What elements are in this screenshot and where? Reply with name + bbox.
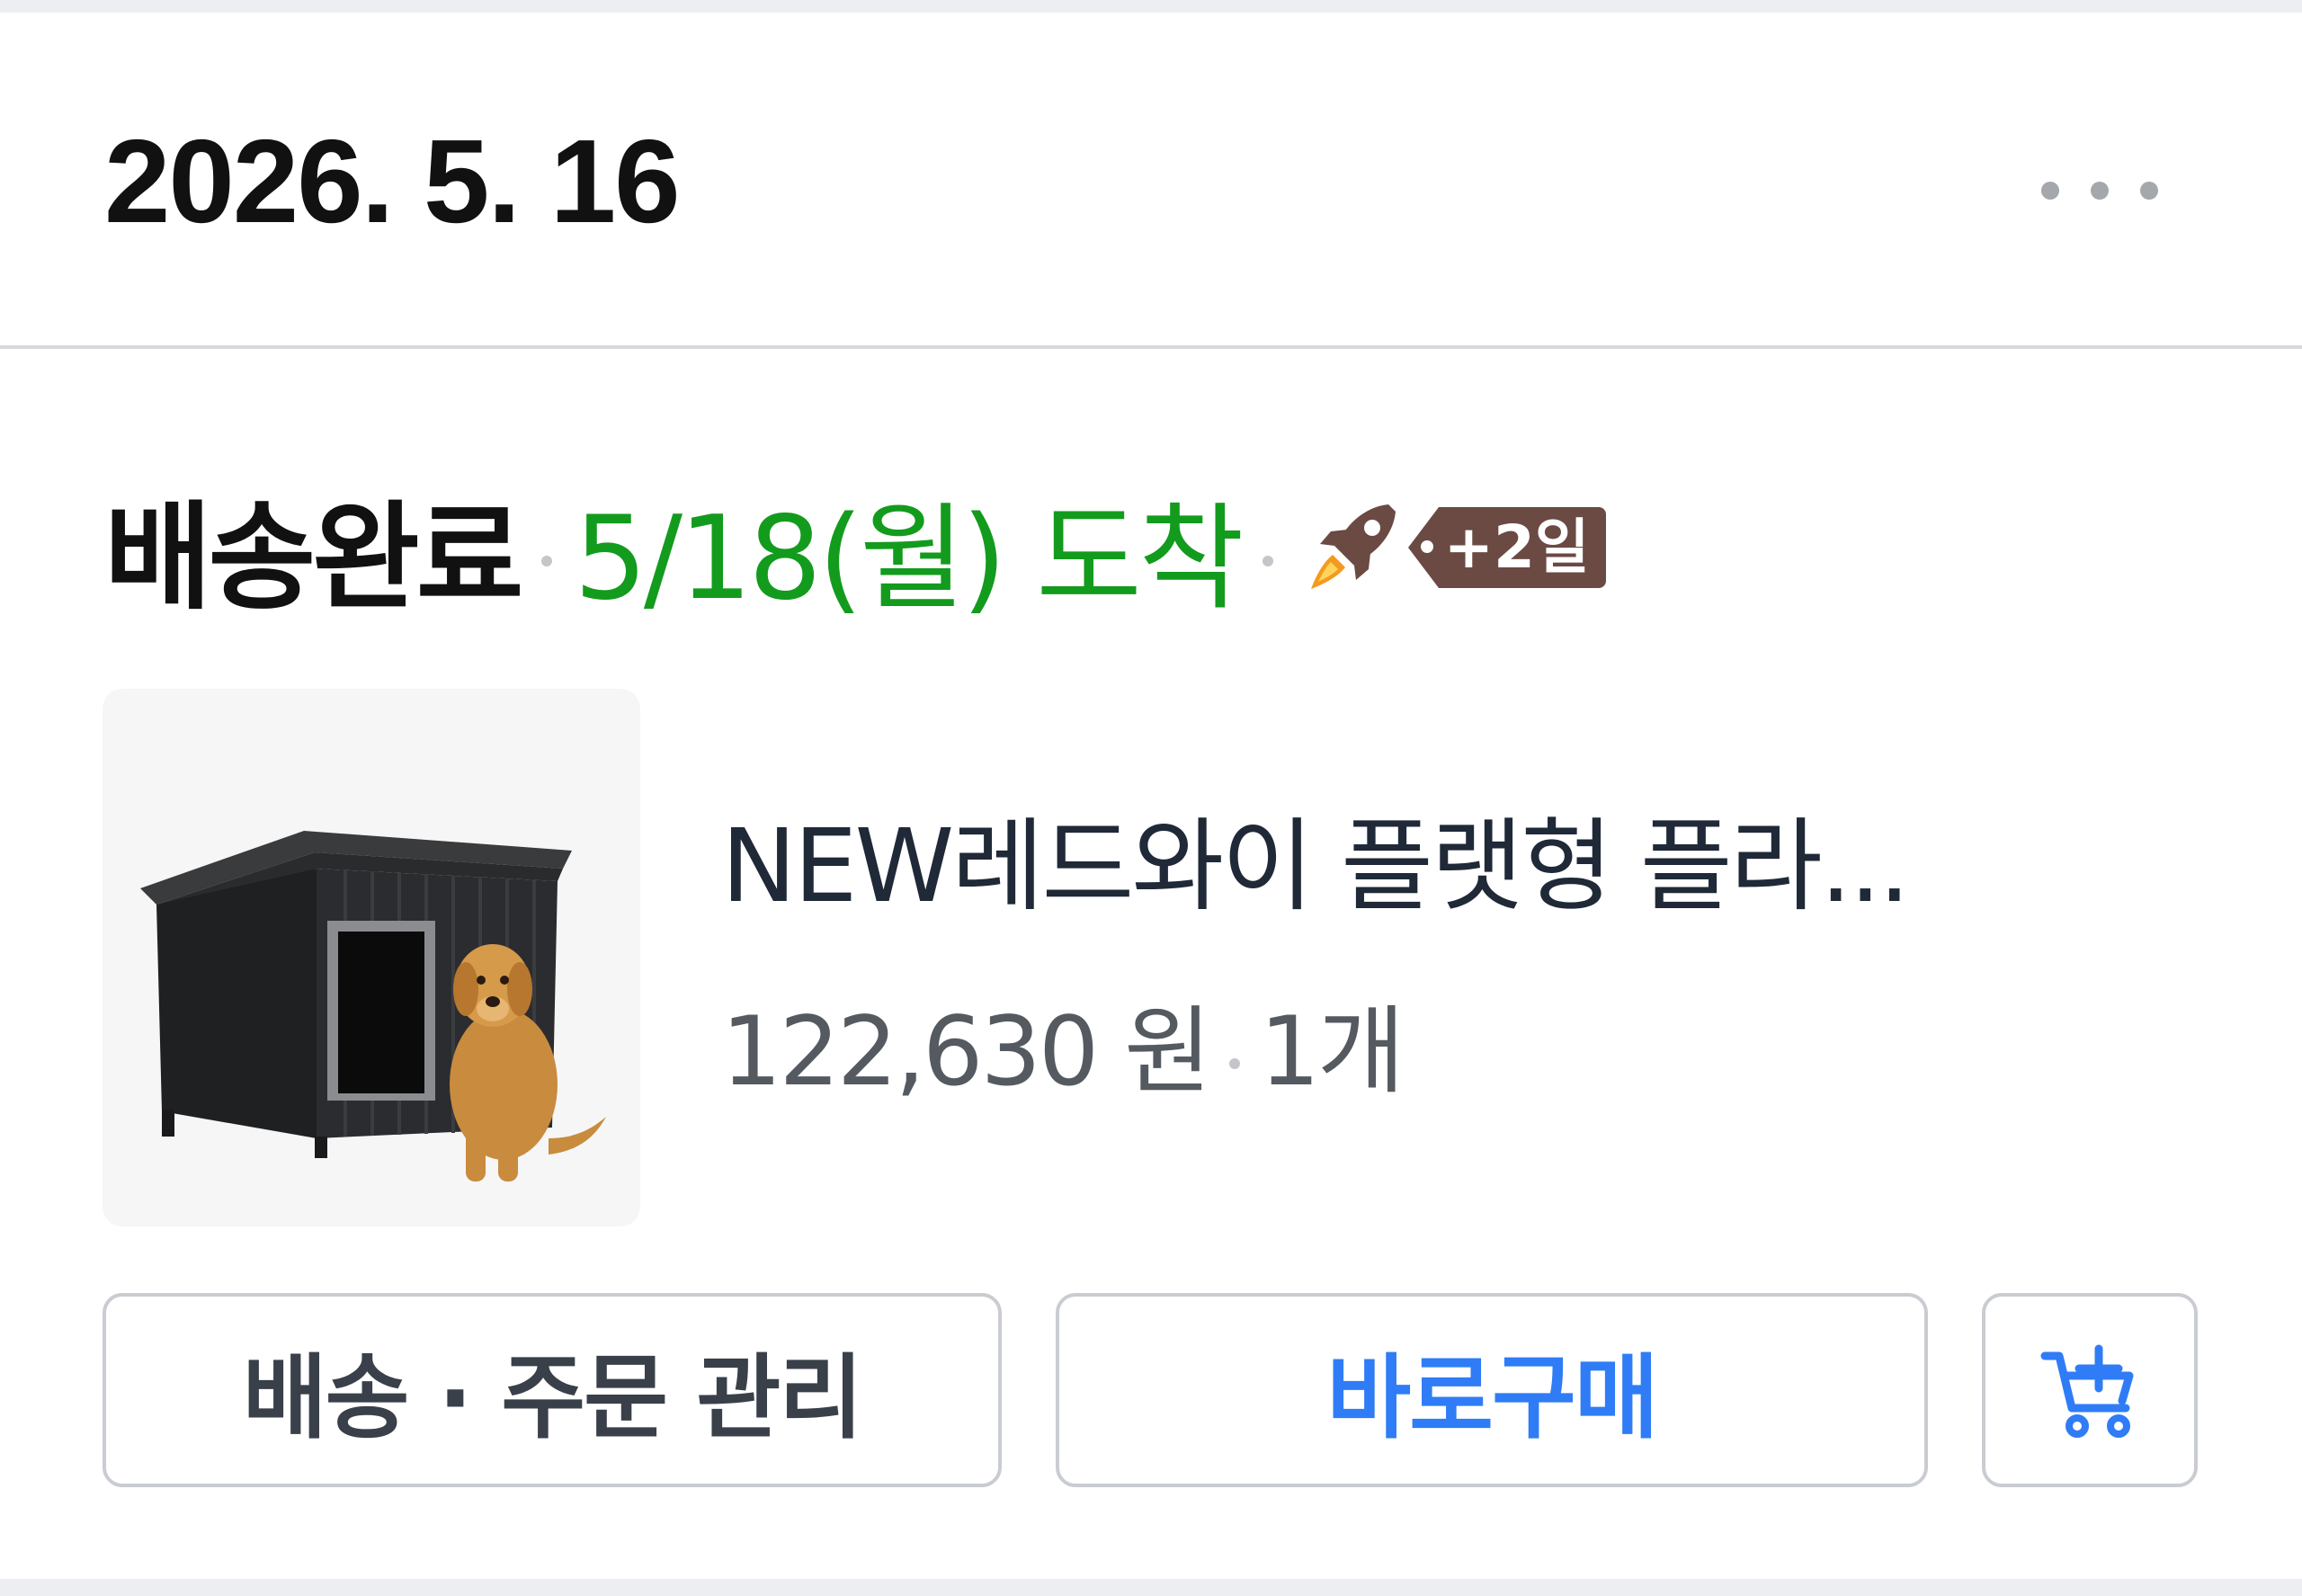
product-thumbnail[interactable] <box>103 689 640 1226</box>
more-dot <box>2091 182 2109 200</box>
more-options-button[interactable] <box>2041 156 2158 225</box>
dog-house-image <box>140 831 606 1181</box>
delivery-status: 배송완료 <box>104 489 523 626</box>
product-title[interactable]: NEW레드와이 플랫형 플라... <box>721 804 2160 930</box>
rocket-icon <box>1310 504 1396 589</box>
buy-now-button[interactable]: 바로구매 <box>1056 1293 1928 1487</box>
manage-button-label: 배송 · 주문 관리 <box>242 1344 863 1452</box>
more-dot <box>2140 182 2158 200</box>
more-horizontal-icon <box>2041 182 2059 200</box>
buy-now-label: 바로구매 <box>1326 1344 1658 1452</box>
product-quantity: 1개 <box>1259 996 1405 1107</box>
separator-dot <box>1262 556 1273 566</box>
order-card: 2026. 5. 16 배송완료 5/18(월) 도착 +2일 NEW레드와이 … <box>0 13 2302 1579</box>
add-to-cart-button[interactable] <box>1982 1293 2198 1487</box>
separator-dot <box>541 556 553 566</box>
arrival-date: 5/18(월) 도착 <box>574 491 1244 626</box>
header-divider <box>0 345 2302 349</box>
price-row: 122,630 원 1개 <box>721 989 1405 1115</box>
badge-label: +2일 <box>1438 507 1606 588</box>
delivery-order-manage-button[interactable]: 배송 · 주문 관리 <box>103 1293 1002 1487</box>
separator-dot <box>1228 1058 1240 1069</box>
badge-tip <box>1407 507 1439 588</box>
order-date: 2026. 5. 16 <box>104 115 681 247</box>
product-price: 122,630 원 <box>721 996 1212 1107</box>
extra-days-badge: +2일 <box>1407 507 1606 588</box>
add-to-cart-icon <box>2040 1344 2134 1438</box>
order-header: 2026. 5. 16 <box>0 13 2302 345</box>
shipment-status-row: 배송완료 5/18(월) 도착 +2일 <box>104 471 1606 626</box>
